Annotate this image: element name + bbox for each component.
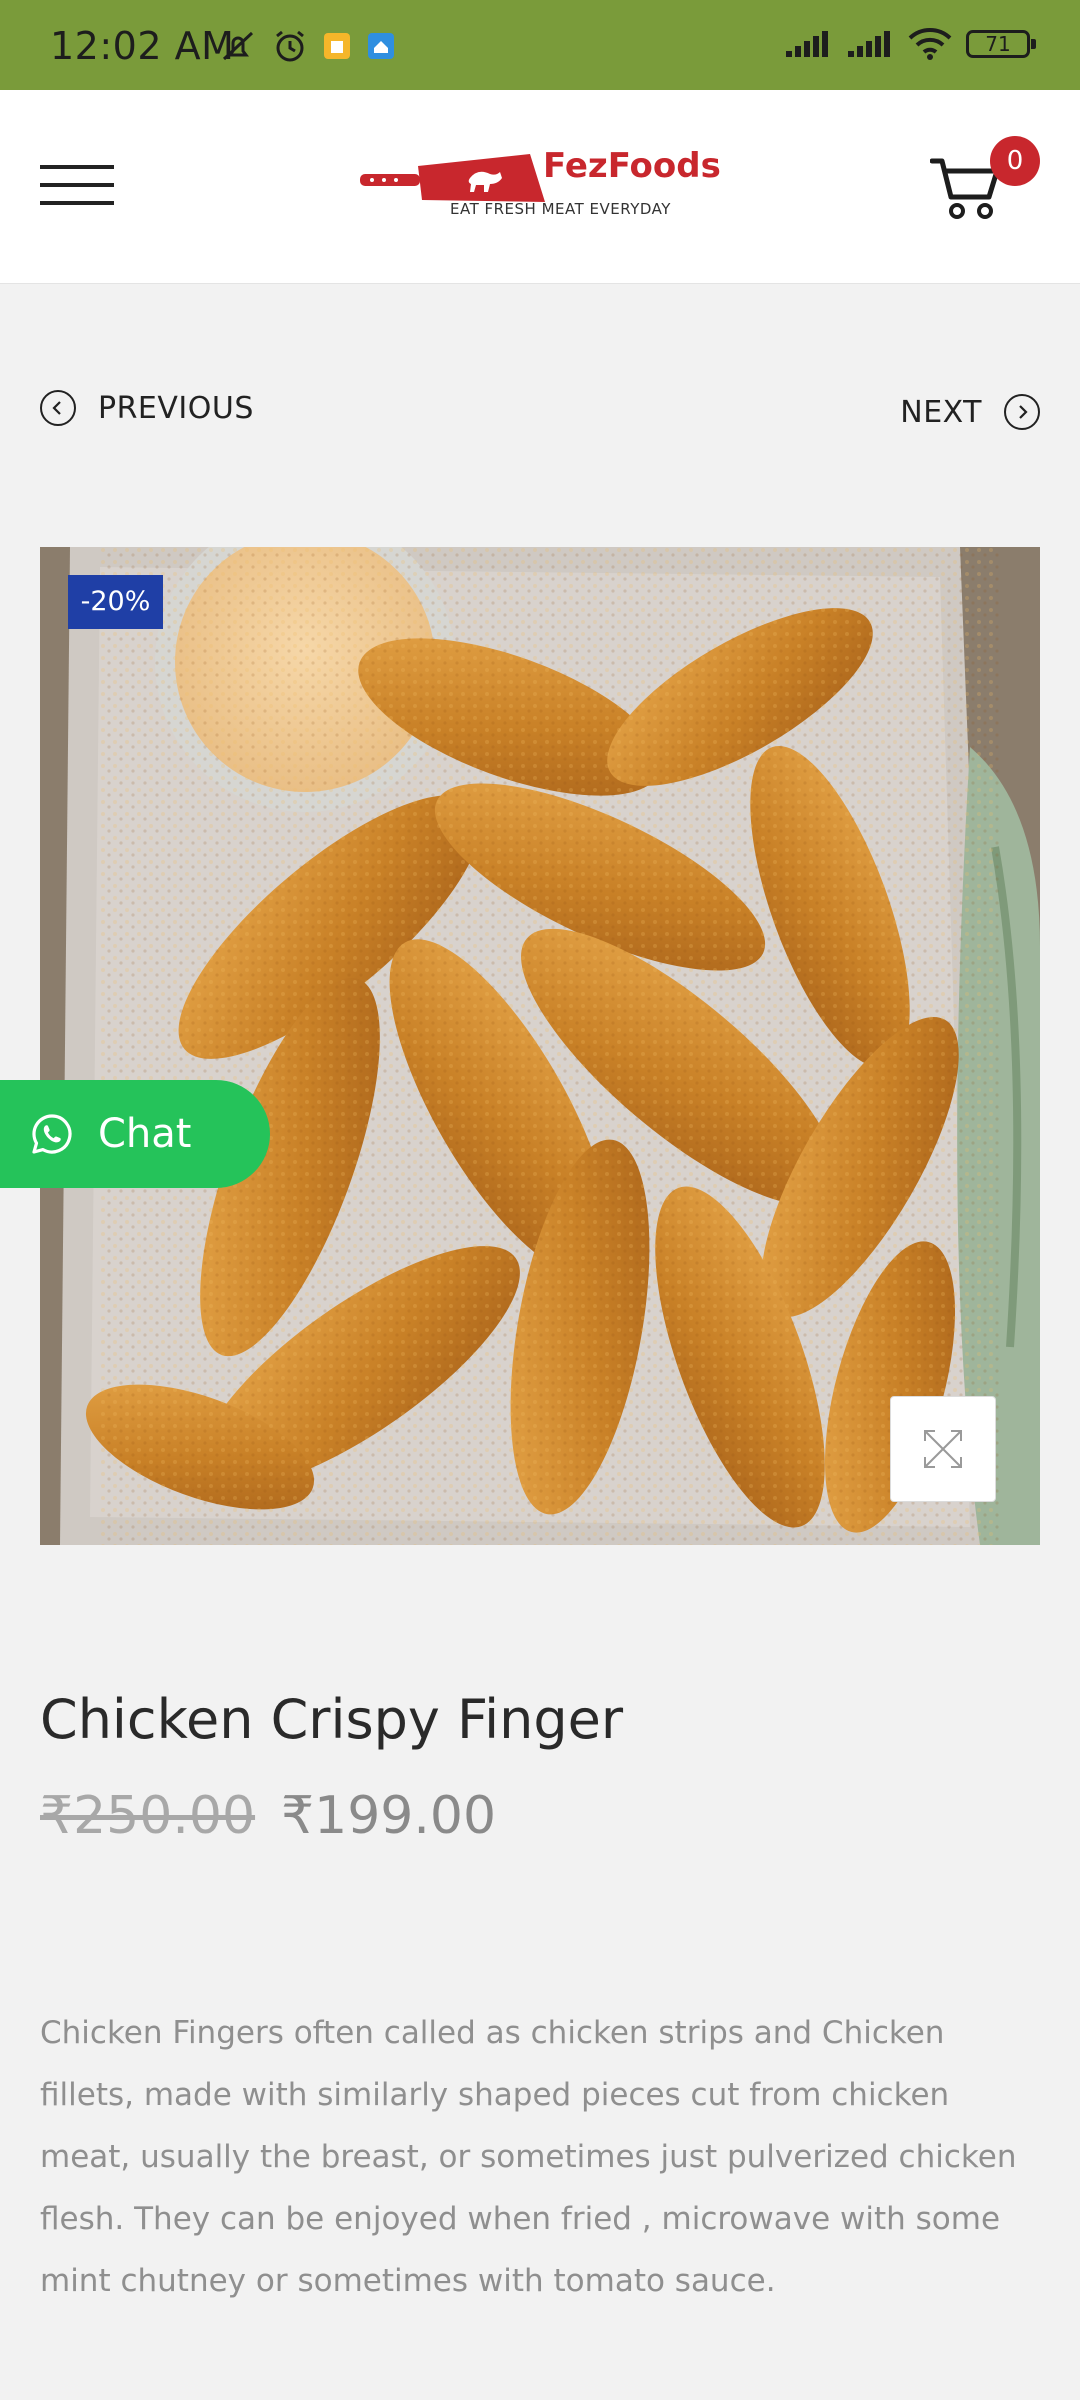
product-description: Chicken Fingers often called as chicken … xyxy=(40,2015,1017,2299)
logo-name: FezFoods xyxy=(543,146,721,186)
chevron-left-icon xyxy=(40,390,76,426)
price-row: ₹250.00 ₹199.00 xyxy=(40,1786,496,1846)
status-time: 12:02 AM xyxy=(50,24,235,68)
next-product-link[interactable]: NEXT xyxy=(900,394,1040,430)
signal-icon xyxy=(848,31,890,57)
previous-label: PREVIOUS xyxy=(98,390,254,426)
expand-icon xyxy=(924,1430,962,1468)
wifi-icon xyxy=(908,28,952,60)
chat-button[interactable]: Chat xyxy=(0,1080,270,1188)
logo-tagline: EAT FRESH MEAT EVERYDAY xyxy=(450,200,671,218)
next-label: NEXT xyxy=(900,394,982,430)
mute-icon xyxy=(222,31,254,61)
alarm-icon xyxy=(276,30,304,62)
chevron-right-icon xyxy=(1004,394,1040,430)
hamburger-icon[interactable] xyxy=(40,165,114,207)
chat-label: Chat xyxy=(98,1111,192,1157)
sale-price: ₹199.00 xyxy=(281,1786,497,1846)
battery-icon: 71 xyxy=(966,30,1036,58)
app-notification-icon xyxy=(368,33,394,59)
site-logo[interactable]: FezFoods EAT FRESH MEAT EVERYDAY xyxy=(360,140,721,230)
status-system-icons: 71 xyxy=(784,28,1036,60)
previous-product-link[interactable]: PREVIOUS xyxy=(40,390,254,426)
product-title: Chicken Crispy Finger xyxy=(40,1688,624,1751)
original-price: ₹250.00 xyxy=(40,1786,256,1846)
signal-icon xyxy=(786,31,828,57)
product-image[interactable] xyxy=(40,547,1040,1545)
status-notification-icons xyxy=(218,28,396,64)
discount-badge: -20% xyxy=(68,575,163,629)
status-bar: 12:02 AM 71 xyxy=(0,0,1080,90)
product-photo xyxy=(40,547,1040,1545)
whatsapp-icon xyxy=(32,1114,72,1154)
cart-count-badge: 0 xyxy=(990,136,1040,186)
zoom-button[interactable] xyxy=(890,1396,996,1502)
site-header: FezFoods EAT FRESH MEAT EVERYDAY 0 xyxy=(0,90,1080,284)
shopping-bag-icon xyxy=(324,33,350,59)
